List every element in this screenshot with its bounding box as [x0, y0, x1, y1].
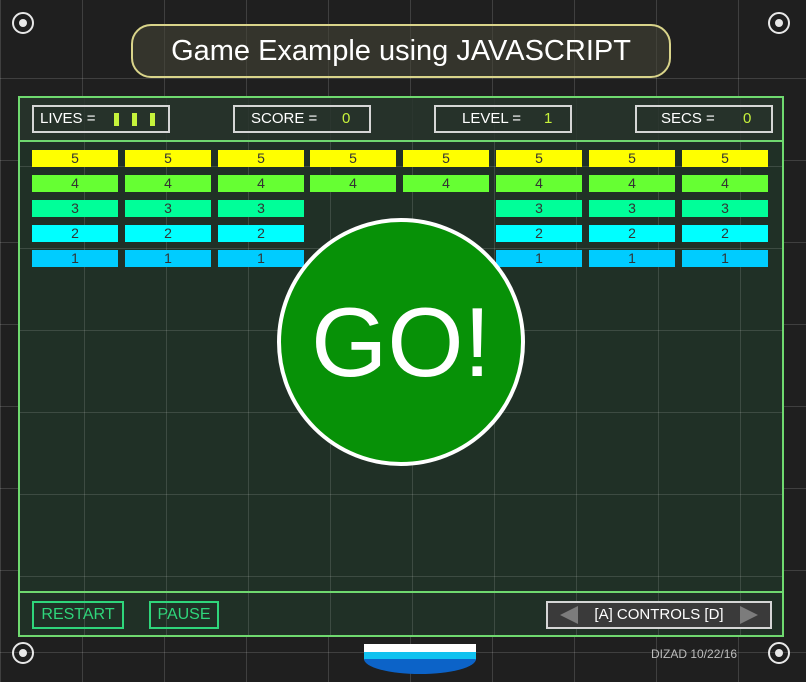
lives-label: LIVES =	[40, 110, 96, 127]
brick: 4	[125, 175, 211, 192]
brick: 1	[32, 250, 118, 267]
brick: 2	[496, 225, 582, 242]
brick: 4	[589, 175, 675, 192]
brick: 4	[310, 175, 396, 192]
brick: 5	[32, 150, 118, 167]
corner-screw-icon	[768, 642, 790, 664]
level-value: 1	[544, 110, 553, 127]
life-marker	[132, 113, 137, 126]
brick: 3	[589, 200, 675, 217]
footer-bar: RESTART PAUSE [A] CONTROLS [D]	[20, 591, 782, 637]
secs-value: 0	[743, 110, 752, 127]
brick: 5	[496, 150, 582, 167]
life-marker	[114, 113, 119, 126]
go-overlay[interactable]: GO!	[277, 218, 525, 466]
corner-screw-icon	[768, 12, 790, 34]
page-title: Game Example using JAVASCRIPT	[131, 24, 671, 78]
score-box: SCORE = 0	[233, 105, 371, 133]
brick: 5	[125, 150, 211, 167]
brick: 5	[310, 150, 396, 167]
brick: 2	[32, 225, 118, 242]
brick: 4	[32, 175, 118, 192]
brick: 3	[125, 200, 211, 217]
secs-box: SECS = 0	[635, 105, 773, 133]
brick: 3	[682, 200, 768, 217]
brick: 3	[32, 200, 118, 217]
credit-text: DIZAD 10/22/16	[651, 647, 738, 661]
brick: 3	[496, 200, 582, 217]
arrow-right-icon[interactable]	[740, 606, 758, 624]
paddle-base	[364, 659, 476, 674]
brick: 2	[682, 225, 768, 242]
level-box: LEVEL = 1	[434, 105, 572, 133]
controls-panel[interactable]: [A] CONTROLS [D]	[546, 601, 772, 629]
level-label: LEVEL =	[462, 110, 522, 127]
corner-screw-icon	[12, 12, 34, 34]
restart-button[interactable]: RESTART	[32, 601, 124, 629]
brick: 5	[589, 150, 675, 167]
brick: 1	[125, 250, 211, 267]
hud-bar: LIVES = SCORE = 0 LEVEL = 1 SECS = 0	[20, 98, 782, 142]
brick: 1	[589, 250, 675, 267]
corner-screw-icon	[12, 642, 34, 664]
brick: 4	[682, 175, 768, 192]
game-frame: Game Example using JAVASCRIPT LIVES = SC…	[0, 0, 806, 682]
brick: 1	[218, 250, 304, 267]
brick: 3	[218, 200, 304, 217]
secs-label: SECS =	[661, 110, 715, 127]
brick: 1	[682, 250, 768, 267]
score-label: SCORE =	[251, 110, 318, 127]
life-marker	[150, 113, 155, 126]
brick: 1	[496, 250, 582, 267]
brick: 2	[218, 225, 304, 242]
controls-label: [A] CONTROLS [D]	[594, 606, 724, 623]
paddle[interactable]	[364, 644, 476, 652]
brick: 2	[125, 225, 211, 242]
brick: 4	[218, 175, 304, 192]
score-value: 0	[342, 110, 351, 127]
brick: 2	[589, 225, 675, 242]
pause-button[interactable]: PAUSE	[149, 601, 219, 629]
brick: 5	[682, 150, 768, 167]
brick: 5	[218, 150, 304, 167]
lives-box: LIVES =	[32, 105, 170, 133]
brick: 4	[496, 175, 582, 192]
brick: 4	[403, 175, 489, 192]
arrow-left-icon[interactable]	[560, 606, 578, 624]
brick: 5	[403, 150, 489, 167]
